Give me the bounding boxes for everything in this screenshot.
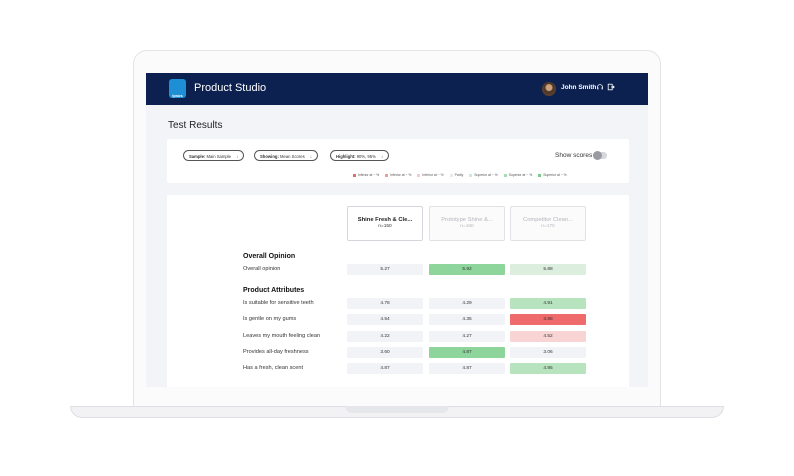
- legend-label: Superior at ~ %: [543, 173, 567, 177]
- legend-swatch: [449, 173, 453, 177]
- score-cell: 3.06: [510, 346, 586, 358]
- sample-filter-label: Sample:: [189, 154, 206, 159]
- legend-label: Superior at ~ %: [474, 173, 498, 177]
- highlight-filter-value: 90%, 95%: [356, 154, 376, 159]
- legend-label: Inferior at ~ %: [390, 173, 412, 177]
- score-cell: 5.88: [510, 264, 586, 275]
- laptop-notch: [345, 406, 449, 413]
- legend-label: Superior at ~ %: [508, 173, 533, 177]
- product-header-2[interactable]: Prototype Shine &... n=160: [429, 206, 505, 241]
- showing-filter-value: Mean Scores: [280, 154, 305, 159]
- score-cell: 4.87: [429, 346, 505, 358]
- product-header-3[interactable]: Competitor Clean... n=170: [510, 206, 586, 241]
- legend-item: Inferior at ~ %: [417, 173, 444, 177]
- logout-icon[interactable]: [606, 83, 616, 95]
- results-table: Shine Fresh & Cle... n=150 Prototype Shine…: [167, 195, 629, 387]
- legend-item: Inferior at ~ %: [353, 173, 379, 177]
- product-name: Competitor Clean...: [523, 217, 573, 223]
- chevron-down-icon: ↓: [380, 154, 384, 159]
- score-cell: 5.27: [347, 264, 423, 275]
- score-cell: 4.54: [347, 314, 423, 326]
- showing-filter-label: Showing:: [260, 154, 279, 159]
- score-cell: 4.35: [429, 314, 505, 326]
- score-cell: 4.95: [510, 363, 586, 375]
- legend-label: Inferior at ~ %: [358, 173, 380, 177]
- product-sample-size: n=170: [541, 224, 555, 229]
- show-scores-label: Show scores: [555, 152, 593, 159]
- score-cell: 4.78: [347, 298, 423, 309]
- legend-item: Superior at ~ %: [503, 173, 533, 177]
- legend-swatch: [538, 173, 542, 177]
- legend-item: Superior at ~ %: [469, 173, 498, 177]
- avatar[interactable]: [542, 82, 556, 96]
- sample-filter-value: Main Sample: [206, 154, 231, 159]
- score-cell: 4.29: [429, 298, 505, 309]
- legend-label: Inferior at ~ %: [422, 173, 444, 177]
- row-label: Is gentle on my gums: [243, 316, 297, 323]
- legend-swatch: [385, 173, 389, 177]
- score-cell: 4.87: [429, 363, 505, 375]
- legend-swatch: [353, 173, 356, 177]
- row-label: Is suitable for sensitive teeth: [243, 300, 314, 306]
- filter-panel: Sample: Main Sample ↓ Showing: Mean Scor…: [167, 139, 629, 183]
- legend-swatch: [503, 173, 507, 177]
- legend-label: Parity: [454, 173, 464, 177]
- product-header-1[interactable]: Shine Fresh & Cle... n=150: [347, 206, 423, 241]
- row-label: Has a fresh, clean scent: [243, 365, 304, 372]
- chevron-down-icon: ↓: [309, 154, 312, 159]
- page-title: Test Results: [168, 120, 223, 131]
- product-sample-size: n=150: [378, 224, 392, 229]
- legend-item: Superior at ~ %: [538, 173, 567, 177]
- product-sample-size: n=160: [460, 224, 474, 229]
- logo-text: Ipsos: [172, 93, 183, 98]
- row-label: Provides all-day freshness: [243, 348, 309, 355]
- app-screen: Ipsos Product Studio John Smith Test Res…: [146, 73, 648, 387]
- user-name[interactable]: John Smith: [561, 84, 596, 91]
- toggle-knob: [593, 151, 602, 160]
- legend-item: Parity: [449, 173, 464, 177]
- legend-swatch: [417, 173, 421, 177]
- score-cell: 4.91: [510, 298, 586, 309]
- score-cell: 3.60: [347, 346, 423, 358]
- section-title: Overall Opinion: [243, 253, 296, 260]
- show-scores-toggle[interactable]: [593, 151, 607, 160]
- score-cell: 4.87: [347, 363, 423, 375]
- score-cell: 4.22: [347, 330, 423, 342]
- sample-filter[interactable]: Sample: Main Sample ↓: [183, 150, 245, 161]
- app-header: Ipsos Product Studio John Smith: [146, 73, 648, 105]
- legend-item: Inferior at ~ %: [385, 173, 411, 177]
- score-cell: 4.27: [429, 330, 505, 342]
- product-name: Prototype Shine &...: [441, 217, 493, 223]
- support-icon[interactable]: [595, 83, 605, 95]
- score-cell: 5.92: [429, 264, 505, 275]
- chevron-down-icon: ↓: [236, 154, 239, 159]
- score-cell: 3.88: [510, 314, 586, 326]
- highlight-filter-label: Highlight:: [336, 154, 356, 159]
- row-label: Overall opinion: [243, 266, 281, 272]
- legend-swatch: [469, 173, 473, 177]
- ipsos-logo: Ipsos: [169, 79, 186, 98]
- product-name: Shine Fresh & Cle...: [357, 217, 413, 223]
- section-title: Product Attributes: [243, 287, 305, 294]
- app-title: Product Studio: [194, 82, 267, 94]
- row-label: Leaves my mouth feeling clean: [243, 332, 321, 339]
- score-cell: 4.52: [510, 330, 586, 342]
- showing-filter[interactable]: Showing: Mean Scores ↓: [254, 150, 318, 161]
- highlight-filter[interactable]: Highlight: 90%, 95% ↓: [330, 150, 390, 161]
- significance-legend: Inferior at ~ % Inferior at ~ % Inferior a…: [353, 173, 573, 177]
